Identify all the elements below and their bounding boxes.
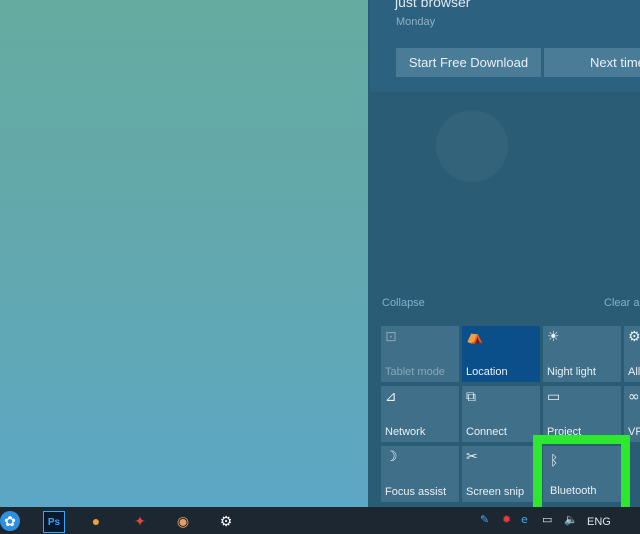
- app-icon[interactable]: ✦: [130, 511, 150, 531]
- taskbar: ✿ Ps ● ✦ ◉ ⚙ ✎ ✹ e ▭ 🔈 ENG: [0, 507, 640, 534]
- tile-connect[interactable]: ⧉ Connect: [462, 386, 540, 442]
- vpn-icon: ∞: [628, 389, 640, 405]
- tile-tablet-mode[interactable]: ⊡ Tablet mode: [381, 326, 459, 382]
- notification-title: just browser: [395, 0, 471, 10]
- tile-focus-assist[interactable]: ☽ Focus assist: [381, 446, 459, 502]
- tile-label: Connect: [466, 426, 507, 438]
- focus-assist-icon: ☽: [385, 449, 398, 465]
- screen-snip-icon: ✂: [466, 449, 478, 465]
- tile-label: Network: [385, 426, 426, 438]
- tile-location[interactable]: ⛺ Location: [462, 326, 540, 382]
- tile-label: Night light: [547, 366, 596, 378]
- project-icon: ▭: [547, 389, 561, 405]
- music-icon[interactable]: ◉: [173, 511, 193, 531]
- tile-label: Project: [547, 426, 582, 438]
- collapse-link[interactable]: Collapse: [382, 297, 425, 309]
- night-light-icon: ☀: [547, 329, 560, 345]
- tile-all-settings[interactable]: ⚙ All: [624, 326, 640, 382]
- pen-icon[interactable]: ✎: [480, 513, 489, 526]
- settings-gear-icon[interactable]: ⚙: [216, 511, 236, 531]
- tile-bluetooth[interactable]: ᛒ Bluetooth: [543, 446, 624, 502]
- tile-label: Screen snip: [466, 486, 525, 498]
- tablet-mode-icon: ⊡: [385, 329, 397, 345]
- photoshop-icon[interactable]: Ps: [43, 511, 65, 533]
- tile-label: VP: [628, 426, 640, 438]
- language-indicator[interactable]: ENG: [587, 516, 611, 528]
- tile-label: Tablet mode: [385, 366, 445, 378]
- tile-vpn[interactable]: ∞ VP: [624, 386, 640, 442]
- tile-label: All: [628, 366, 640, 378]
- edge-icon[interactable]: e: [521, 513, 528, 526]
- next-time-button[interactable]: Next time: [544, 48, 640, 77]
- tile-label: Bluetooth: [550, 485, 597, 497]
- volume-icon[interactable]: 🔈: [564, 513, 578, 526]
- network-icon: ⊿: [385, 389, 397, 405]
- clear-all-link[interactable]: Clear all: [604, 297, 640, 309]
- location-icon: ⛺: [466, 329, 484, 345]
- start-icon[interactable]: ✿: [0, 511, 20, 531]
- tile-label: Focus assist: [385, 486, 447, 498]
- browser-icon[interactable]: ●: [86, 511, 106, 531]
- desktop-background: [0, 0, 368, 507]
- tile-screen-snip[interactable]: ✂ Screen snip: [462, 446, 540, 502]
- tile-label: Location: [466, 366, 508, 378]
- tile-network[interactable]: ⊿ Network: [381, 386, 459, 442]
- notification-day: Monday: [396, 16, 436, 28]
- faded-app-icon: [436, 110, 508, 182]
- notification-card[interactable]: [370, 0, 640, 92]
- connect-icon: ⧉: [466, 389, 476, 405]
- network-tray-icon[interactable]: ▭: [542, 513, 552, 526]
- virus-icon[interactable]: ✹: [502, 513, 511, 526]
- tile-night-light[interactable]: ☀ Night light: [543, 326, 621, 382]
- bluetooth-icon: ᛒ: [550, 453, 559, 469]
- settings-icon: ⚙: [628, 329, 640, 345]
- start-download-button[interactable]: Start Free Download: [396, 48, 541, 77]
- tile-project[interactable]: ▭ Project: [543, 386, 621, 442]
